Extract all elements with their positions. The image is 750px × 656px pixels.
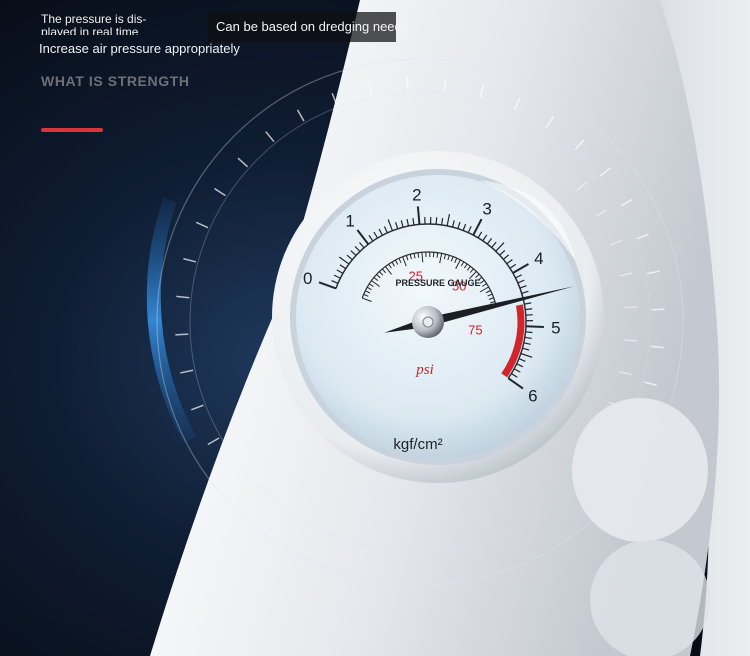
kgf-tick-label: 4	[534, 249, 543, 268]
pressure-gauge: 0123456255075 PRESSURE GAUGE psi kgf/cm²	[272, 151, 604, 483]
unit-label: kgf/cm²	[393, 436, 442, 453]
section-heading: WHAT IS STRENGTH	[41, 73, 190, 89]
kgf-tick-label: 5	[551, 319, 560, 338]
kgf-tick	[435, 217, 438, 225]
kgf-tick	[525, 331, 533, 334]
increase-pressure-note: Increase air pressure appropriately	[39, 41, 240, 56]
kgf-tick-label: 6	[528, 386, 537, 405]
psi-label: psi	[415, 362, 434, 378]
dredging-note: Can be based on dredging needs	[208, 12, 408, 42]
outer-tick	[651, 308, 665, 311]
gauge-brand-label: PRESSURE GAUGE	[395, 278, 480, 288]
kgf-tick-label: 3	[482, 199, 491, 218]
psi-tick	[417, 252, 420, 258]
psi-tick	[436, 252, 439, 258]
kgf-tick	[525, 325, 544, 329]
accent-bar	[41, 128, 103, 132]
realtime-note: The pressure is dis- played in real time	[41, 13, 147, 35]
outer-tick	[406, 77, 409, 91]
product-scene: 0123456255075 PRESSURE GAUGE psi kgf/cm²	[0, 0, 750, 656]
kgf-tick-label: 0	[303, 269, 312, 288]
kgf-tick-label: 2	[412, 185, 421, 204]
kgf-tick-label: 1	[345, 211, 354, 230]
psi-tick-label: 75	[468, 323, 482, 338]
outer-tick	[175, 333, 189, 336]
